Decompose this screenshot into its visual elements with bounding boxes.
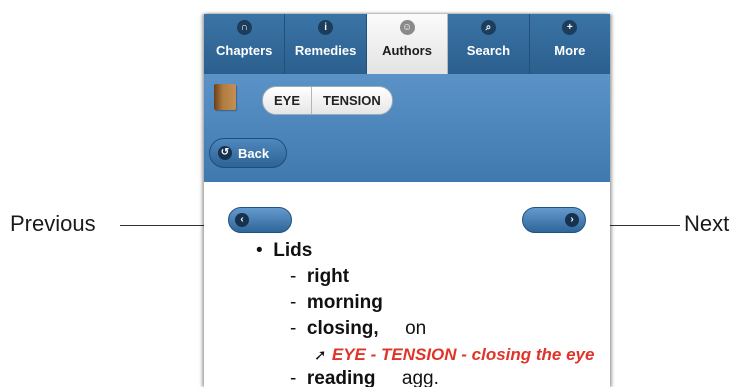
list-item: - closing, on: [290, 318, 427, 339]
list-item: - morning: [290, 292, 383, 313]
book-icon: [214, 84, 236, 110]
cross-reference[interactable]: ➚ EYE - TENSION - closing the eye: [314, 344, 594, 366]
tab-label: Chapters: [216, 43, 273, 58]
list-item: - right: [290, 266, 350, 287]
breadcrumb-item-tension[interactable]: TENSION: [311, 87, 392, 114]
tab-more[interactable]: + More: [530, 14, 610, 74]
chevron-right-icon: ›: [565, 213, 579, 227]
previous-button[interactable]: ‹: [228, 207, 292, 233]
tab-authors[interactable]: ☺ Authors: [366, 14, 449, 74]
authors-icon: ☺: [399, 20, 415, 35]
rubric-content: ‹ › • Lids - right - morning - closing, …: [204, 182, 610, 387]
subrubric-modifier: on: [405, 318, 427, 339]
list-item: • Lids: [256, 240, 313, 261]
tab-label: Search: [466, 43, 511, 58]
breadcrumb: EYE TENSION: [262, 86, 393, 115]
remedies-icon: i: [318, 20, 334, 35]
next-callout: Next: [684, 211, 730, 236]
plus-icon: +: [562, 20, 578, 35]
tab-chapters[interactable]: ∩ Chapters: [204, 14, 286, 74]
rubric-root[interactable]: Lids: [273, 240, 312, 261]
breadcrumb-item-eye[interactable]: EYE: [263, 87, 311, 114]
back-arrow-icon: ↺: [218, 146, 232, 160]
tab-label: More: [554, 43, 586, 58]
subrubric-modifier: agg.: [401, 368, 439, 387]
tab-label: Authors: [382, 43, 432, 58]
back-button-label: Back: [238, 145, 270, 161]
subrubric-label[interactable]: right: [307, 266, 349, 287]
search-icon: ⌕: [480, 20, 496, 35]
cross-reference-arrow-icon: ➚: [314, 347, 327, 364]
bottom-nav-bar: ∩ Chapters i Remedies ☺ Authors ⌕ Search…: [204, 14, 610, 74]
phone-screen: ∩ Chapters i Remedies ☺ Authors ⌕ Search…: [204, 14, 610, 387]
back-button[interactable]: ↺ Back: [209, 138, 287, 168]
previous-callout: Previous: [10, 211, 96, 236]
next-button[interactable]: ›: [522, 207, 586, 233]
tab-search[interactable]: ⌕ Search: [448, 14, 530, 74]
subrubric-label[interactable]: morning: [307, 292, 383, 313]
tab-remedies[interactable]: i Remedies: [285, 14, 367, 74]
subrubric-label[interactable]: reading: [307, 368, 376, 387]
header-bar: EYE TENSION ↺ Back: [204, 74, 610, 182]
chevron-left-icon: ‹: [235, 213, 249, 227]
list-item: - reading agg.: [290, 368, 439, 387]
cross-reference-text: EYE - TENSION - closing the eye: [331, 345, 595, 364]
subrubric-label[interactable]: closing,: [307, 318, 379, 339]
tab-label: Remedies: [294, 43, 357, 58]
chapters-icon: ∩: [236, 20, 252, 35]
